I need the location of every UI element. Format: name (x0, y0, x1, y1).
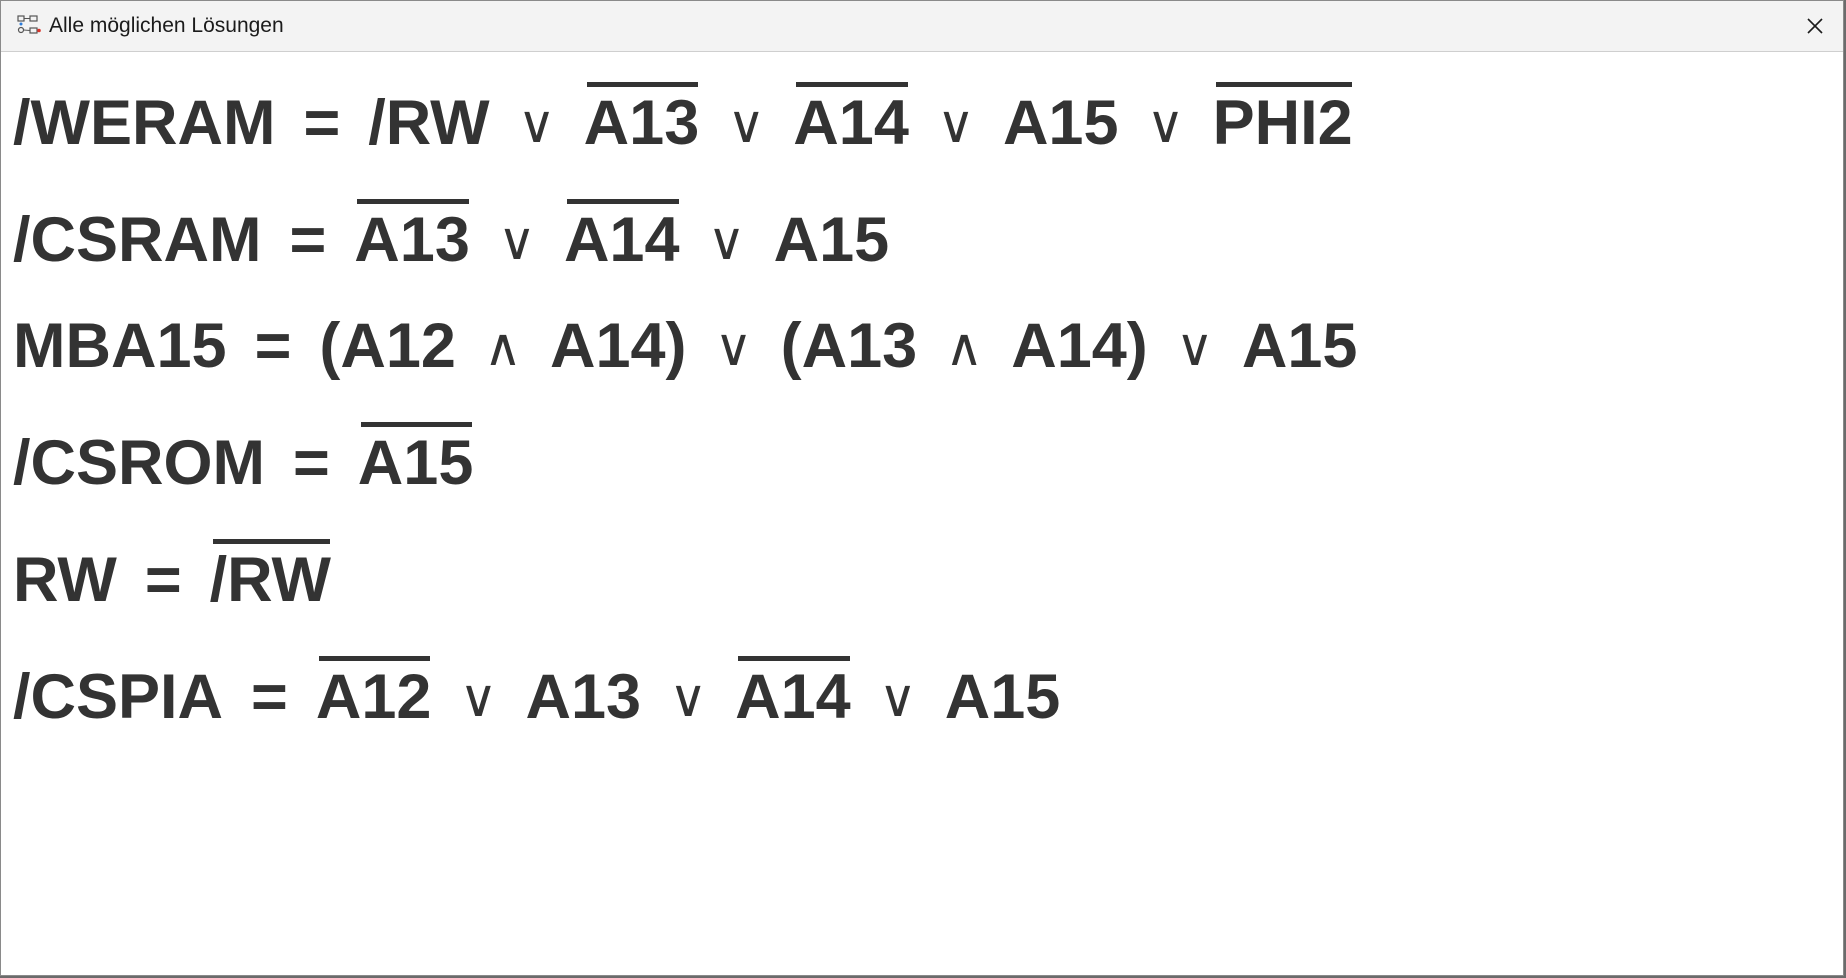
variable: A15 (1002, 88, 1119, 158)
equals-sign: = (293, 428, 330, 498)
variable: A15 (1241, 311, 1358, 381)
equals-sign: = (303, 88, 341, 158)
negated-variable: A12 (315, 656, 432, 732)
variable: /WERAM (13, 88, 276, 158)
equals-sign: = (144, 545, 182, 615)
logic-operator: ∨ (1146, 96, 1185, 154)
logic-operator: ∨ (669, 670, 708, 728)
variable: A14) (549, 311, 687, 381)
logic-operator: ∨ (707, 213, 746, 271)
negated-variable: A14 (793, 82, 909, 158)
equation-row: RW = /RW (13, 539, 359, 615)
equation-row: MBA15 = (A12 ∧ A14) ∨ (A13 ∧ A14) ∨ A15 (13, 315, 1385, 378)
equals-sign: = (254, 311, 292, 381)
negated-variable: A14 (735, 656, 851, 732)
logic-operator: ∨ (459, 670, 498, 728)
logic-operator: ∧ (945, 319, 984, 377)
equation-row: /CSPIA = A12 ∨ A13 ∨ A14 ∨ A15 (13, 656, 1088, 732)
equation-row: /CSROM = A15 (13, 422, 501, 498)
variable: A15 (773, 205, 890, 275)
variable: MBA15 (13, 311, 227, 381)
logic-operator: ∨ (517, 96, 556, 154)
logic-operator: ∨ (936, 96, 975, 154)
logic-operator: ∧ (483, 319, 522, 377)
negated-variable: A14 (563, 199, 680, 275)
logic-operator: ∨ (1175, 319, 1214, 377)
equation-row: /WERAM = /RW ∨ A13 ∨ A14 ∨ A15 ∨ PHI2 (13, 82, 1381, 158)
close-icon (1807, 18, 1823, 34)
negated-variable: A13 (583, 82, 700, 158)
equation-row: /CSRAM = A13 ∨ A14 ∨ A15 (13, 199, 917, 275)
app-logic-icon (17, 14, 41, 38)
logic-operator: ∨ (497, 213, 536, 271)
negated-variable: A15 (357, 422, 474, 498)
variable: A15 (944, 662, 1061, 732)
negated-variable: PHI2 (1212, 82, 1353, 158)
variable: A13 (525, 662, 642, 732)
close-button[interactable] (1787, 1, 1843, 51)
solutions-window: Alle möglichen Lösungen /WERAM =/RW ∨ A13 ∨ A… (0, 0, 1844, 976)
variable: (A12 (319, 311, 456, 381)
equals-sign: = (251, 662, 288, 732)
negated-variable: A13 (354, 199, 470, 275)
variable: /RW (368, 88, 490, 158)
variable: /CSRAM (13, 205, 262, 275)
variable: A14) (1011, 311, 1148, 381)
equals-sign: = (289, 205, 327, 275)
logic-operator: ∨ (727, 96, 766, 154)
variable: /CSPIA (13, 662, 224, 732)
window-title: Alle möglichen Lösungen (49, 14, 284, 37)
title-bar[interactable]: Alle möglichen Lösungen (1, 1, 1843, 52)
variable: /CSROM (13, 428, 265, 498)
solutions-content: /WERAM =/RW ∨ A13 ∨ A14 ∨ A15 ∨ PHI2 /CSRAM = A13 ∨ A… (1, 52, 1843, 975)
variable: (A13 (780, 311, 918, 381)
negated-variable: /RW (209, 539, 331, 615)
logic-operator: ∨ (878, 670, 917, 728)
logic-operator: ∨ (714, 319, 753, 377)
variable: RW (13, 545, 117, 615)
